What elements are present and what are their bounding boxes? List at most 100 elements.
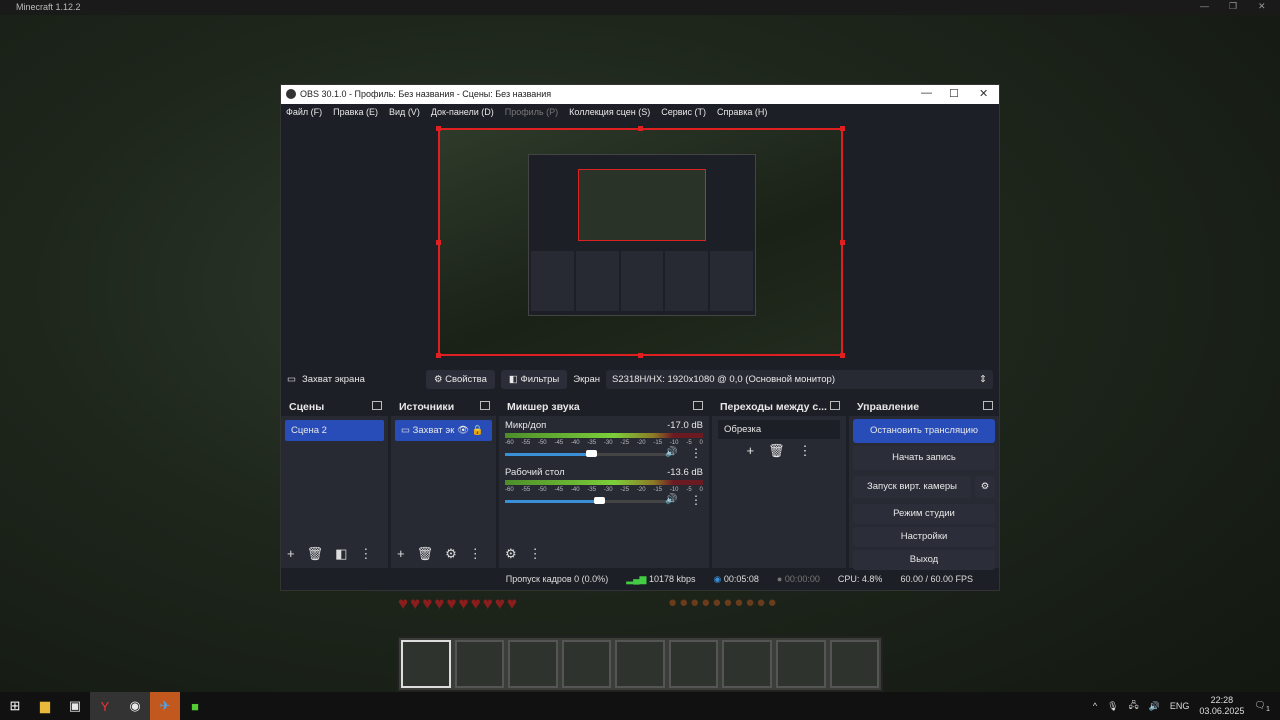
microphone-icon[interactable]: 🎙	[1107, 701, 1118, 712]
minecraft-icon[interactable]: ■	[180, 692, 210, 720]
source-item[interactable]: ▭ Захват эк 👁 🔒	[395, 420, 492, 441]
add-icon[interactable]: +	[397, 546, 405, 562]
more-icon[interactable]: ⋮	[690, 446, 702, 460]
resize-handle[interactable]	[638, 126, 643, 131]
scene-item[interactable]: Сцена 2	[285, 420, 384, 441]
trash-icon[interactable]: 🗑	[768, 443, 785, 459]
audio-mixer-dock: Микшер звука Микр/доп -17.0 dB -60 -55 -50-…	[499, 396, 709, 568]
speaker-icon[interactable]: 🔊	[665, 447, 677, 458]
fps: 60.00 / 60.00 FPS	[900, 574, 973, 584]
notifications-icon[interactable]: 🗨1	[1254, 700, 1270, 713]
scale-tick: -30	[603, 440, 613, 446]
speaker-icon[interactable]: 🔊	[665, 494, 677, 505]
start-virtual-camera-button[interactable]: Запуск вирт. камеры	[853, 476, 971, 498]
menu-scene-collection[interactable]: Коллекция сцен (S)	[569, 107, 650, 122]
more-icon[interactable]: ⋮	[359, 546, 372, 562]
properties-button[interactable]: ⚙ Свойства	[425, 370, 495, 389]
maximize-button[interactable]: ☐	[949, 87, 959, 100]
obs-title-bar: OBS 30.1.0 - Профиль: Без названия - Сце…	[281, 85, 999, 104]
minimize-button[interactable]: —	[921, 87, 932, 99]
telegram-icon[interactable]: ✈	[150, 692, 180, 720]
resize-handle[interactable]	[840, 240, 845, 245]
display-value: S2318H/HX: 1920x1080 @ 0,0 (Основной мон…	[612, 374, 835, 385]
trash-icon[interactable]: 🗑	[417, 546, 434, 562]
add-icon[interactable]: +	[746, 443, 754, 459]
scale-tick: -55	[521, 487, 531, 493]
scale-tick: -15	[653, 440, 663, 446]
scale-tick: -35	[587, 440, 597, 446]
undock-icon[interactable]	[480, 401, 490, 410]
maximize-button[interactable]: ❐	[1229, 1, 1237, 12]
volume-knob[interactable]	[585, 450, 597, 457]
chevron-up-icon[interactable]: ^	[1093, 701, 1097, 711]
advanced-audio-icon[interactable]: ⚙	[505, 546, 517, 562]
menu-edit[interactable]: Правка (E)	[333, 107, 378, 122]
language-indicator[interactable]: ENG	[1170, 701, 1190, 711]
lock-icon[interactable]: 🔒	[472, 425, 484, 436]
studio-mode-button[interactable]: Режим студии	[853, 504, 995, 524]
preview-canvas[interactable]	[436, 126, 845, 358]
transition-select[interactable]: Обрезка	[718, 420, 840, 439]
scale-tick: -50	[537, 440, 547, 446]
virtual-camera-settings-icon[interactable]: ⚙	[975, 476, 995, 498]
undock-icon[interactable]	[830, 401, 840, 410]
settings-button[interactable]: Настройки	[853, 527, 995, 547]
volume-meter	[505, 433, 703, 438]
undock-icon[interactable]	[372, 401, 382, 410]
more-icon[interactable]: ⋮	[529, 546, 542, 562]
more-icon[interactable]: ⋮	[469, 546, 482, 562]
volume-knob[interactable]	[594, 497, 606, 504]
network-icon[interactable]: 🖧	[1129, 698, 1139, 714]
start-recording-button[interactable]: Начать запись	[853, 446, 995, 470]
gear-icon[interactable]: ⚙	[445, 546, 457, 562]
explorer-icon[interactable]: ▆	[30, 692, 60, 720]
close-button[interactable]: ✕	[979, 87, 988, 100]
window-title: Minecraft 1.12.2	[16, 2, 81, 12]
scale-tick: -55	[521, 440, 531, 446]
scale-tick: -20	[636, 440, 646, 446]
menu-file[interactable]: Файл (F)	[286, 107, 322, 122]
undock-icon[interactable]	[693, 401, 703, 410]
trash-icon[interactable]: 🗑	[307, 546, 324, 562]
minimize-button[interactable]: —	[1200, 1, 1209, 11]
cpu-usage: CPU: 4.8%	[837, 574, 883, 584]
spinner-icon: ⇕	[979, 374, 987, 385]
volume-meter	[505, 480, 703, 485]
eye-icon[interactable]: 👁	[457, 425, 469, 436]
more-icon[interactable]: ⋮	[799, 443, 812, 459]
controls-title: Управление	[857, 401, 920, 413]
menu-tools[interactable]: Сервис (T)	[661, 107, 706, 122]
resize-handle[interactable]	[840, 126, 845, 131]
menu-help[interactable]: Справка (H)	[717, 107, 767, 122]
menu-docks[interactable]: Док-панели (D)	[431, 107, 494, 122]
close-button[interactable]: ✕	[1258, 1, 1266, 12]
yandex-browser-icon[interactable]: Y	[90, 692, 120, 720]
volume-icon[interactable]: 🔊	[1149, 701, 1160, 712]
add-icon[interactable]: +	[287, 546, 295, 562]
undock-icon[interactable]	[983, 401, 993, 410]
resize-handle[interactable]	[840, 353, 845, 358]
resize-handle[interactable]	[638, 353, 643, 358]
menu-view[interactable]: Вид (V)	[389, 107, 420, 122]
mixer-channel: Микр/доп -17.0 dB -60 -55 -50 -45 -40 -35 -30 -2…	[499, 420, 709, 460]
more-icon[interactable]: ⋮	[690, 493, 702, 507]
resize-handle[interactable]	[436, 240, 441, 245]
obs-icon[interactable]: ◉	[120, 692, 150, 720]
hunger-bar: ● ● ● ● ● ● ● ● ● ●	[668, 594, 777, 611]
resize-handle[interactable]	[436, 126, 441, 131]
filters-label: Фильтры	[520, 374, 560, 385]
clock[interactable]: 22:28 03.06.2025	[1199, 695, 1244, 717]
filter-icon[interactable]: ◧	[335, 546, 347, 562]
start-icon[interactable]: ⊞	[0, 692, 30, 720]
transition-value: Обрезка	[724, 424, 762, 435]
scale-tick: -40	[570, 440, 580, 446]
exit-button[interactable]: Выход	[853, 550, 995, 570]
store-icon[interactable]: ▣	[60, 692, 90, 720]
stop-streaming-button[interactable]: Остановить трансляцию	[853, 419, 995, 443]
filters-button[interactable]: ◧ Фильтры	[500, 370, 568, 389]
display-select[interactable]: S2318H/HX: 1920x1080 @ 0,0 (Основной мон…	[606, 370, 993, 389]
scale-tick: -40	[570, 487, 580, 493]
record-icon: ●	[776, 574, 783, 584]
resize-handle[interactable]	[436, 353, 441, 358]
selected-source-name: Захват экрана	[301, 374, 365, 385]
